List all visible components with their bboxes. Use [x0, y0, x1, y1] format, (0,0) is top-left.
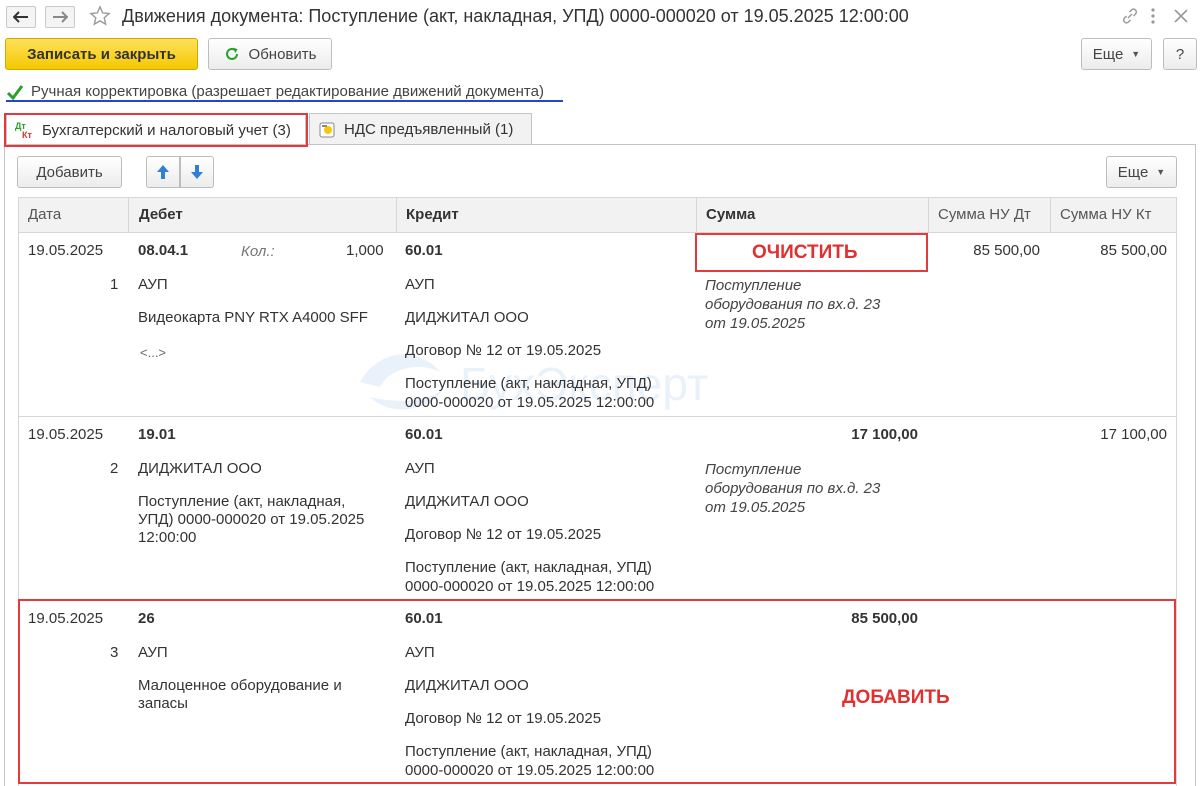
manual-edit-checkbox[interactable]: [6, 84, 24, 101]
close-icon[interactable]: [1172, 7, 1190, 29]
quantity-value: 1,000: [346, 242, 384, 259]
tab-vat-label: НДС предъявленный (1): [344, 121, 514, 138]
dt-kt-icon: Дт Кт: [15, 121, 32, 140]
debit-subconto-2-line2: УПД) 0000-000020 от 19.05.2025: [138, 511, 365, 528]
caret-down-icon: ▼: [1156, 167, 1166, 177]
arrow-down-icon: [191, 165, 203, 179]
tab-accounting-label: Бухгалтерский и налоговый учет (3): [42, 121, 291, 139]
window-title: Движения документа: Поступление (акт, на…: [122, 6, 909, 26]
credit-subconto-4-line2: 0000-000020 от 19.05.2025 12:00:00: [405, 762, 655, 779]
back-button[interactable]: [6, 6, 36, 28]
col-sum[interactable]: Сумма: [706, 198, 755, 232]
link-icon[interactable]: [1121, 7, 1139, 29]
move-up-button[interactable]: [146, 156, 180, 188]
arrow-left-icon: [13, 11, 28, 23]
caret-down-icon: ▼: [1131, 49, 1141, 59]
col-sum-nu-kt[interactable]: Сумма НУ Кт: [1060, 198, 1151, 232]
sum-nu-kt: 85 500,00: [1100, 242, 1167, 259]
content-line1: Поступление: [705, 277, 802, 294]
tab-vat[interactable]: НДС предъявленный (1): [309, 113, 532, 145]
clear-annotation: ОЧИСТИТЬ: [752, 242, 858, 263]
credit-subconto-4-line1: Поступление (акт, накладная, УПД): [405, 559, 652, 576]
refresh-icon: [225, 47, 238, 60]
debit-subconto-3: <...>: [140, 345, 167, 360]
credit-subconto-4-line1: Поступление (акт, накладная, УПД): [405, 375, 652, 392]
row-divider: [18, 416, 1177, 417]
credit-subconto-1: АУП: [405, 644, 435, 661]
sum-nu-dt: 85 500,00: [973, 242, 1040, 259]
row-number: 3: [110, 644, 119, 661]
row-number: 2: [110, 460, 119, 477]
row-sum: 85 500,00: [851, 610, 918, 627]
credit-subconto-2: ДИДЖИТАЛ ООО: [405, 309, 529, 326]
credit-subconto-1: АУП: [405, 276, 435, 293]
svg-text:Кт: Кт: [22, 130, 32, 140]
quantity-label: Кол.:: [241, 243, 275, 260]
row-date: 19.05.2025: [28, 610, 104, 627]
debit-subconto-2-line2: запасы: [138, 695, 188, 712]
credit-subconto-3: Договор № 12 от 19.05.2025: [405, 526, 602, 543]
credit-subconto-2: ДИДЖИТАЛ ООО: [405, 493, 529, 510]
col-debit[interactable]: Дебет: [139, 198, 183, 232]
content-line2: оборудования по вх.д. 23: [705, 480, 881, 497]
debit-account: 19.01: [138, 426, 176, 443]
favorite-star-icon[interactable]: [89, 5, 111, 31]
debit-subconto-2: Видеокарта PNY RTX A4000 SFF: [138, 309, 368, 326]
more-vertical-icon[interactable]: [1148, 7, 1158, 29]
table-header: Дата Дебет Кредит Сумма Сумма НУ Дт Сумм…: [18, 197, 1177, 233]
debit-subconto-1: АУП: [138, 276, 168, 293]
add-annotation: ДОБАВИТЬ: [842, 687, 950, 708]
debit-subconto-2-line3: 12:00:00: [138, 529, 197, 546]
credit-account: 60.01: [405, 242, 443, 259]
annotation-underline: [6, 100, 563, 102]
credit-subconto-2: ДИДЖИТАЛ ООО: [405, 677, 529, 694]
debit-subconto-1: ДИДЖИТАЛ ООО: [138, 460, 262, 477]
debit-subconto-1: АУП: [138, 644, 168, 661]
manual-edit-label[interactable]: Ручная корректировка (разрешает редактир…: [31, 83, 544, 100]
content-line3: от 19.05.2025: [705, 315, 806, 332]
refresh-label: Обновить: [248, 45, 317, 63]
row-date: 19.05.2025: [28, 242, 104, 259]
help-button[interactable]: ?: [1163, 38, 1197, 70]
col-sum-nu-dt[interactable]: Сумма НУ Дт: [938, 198, 1031, 232]
vat-icon: [319, 122, 335, 137]
help-label: ?: [1175, 45, 1185, 63]
arrow-up-icon: [157, 165, 169, 179]
credit-account: 60.01: [405, 610, 443, 627]
debit-account: 08.04.1: [138, 242, 189, 259]
more-label: Еще: [1092, 45, 1124, 63]
move-down-button[interactable]: [180, 156, 214, 188]
row-sum: 17 100,00: [851, 426, 918, 443]
save-close-label: Записать и закрыть: [27, 45, 176, 63]
credit-subconto-4-line2: 0000-000020 от 19.05.2025 12:00:00: [405, 578, 655, 595]
table-more-button[interactable]: Еще ▼: [1106, 156, 1177, 188]
debit-subconto-2-line1: Малоценное оборудование и: [138, 677, 342, 694]
more-button[interactable]: Еще ▼: [1081, 38, 1152, 70]
credit-subconto-3: Договор № 12 от 19.05.2025: [405, 342, 602, 359]
sum-nu-kt: 17 100,00: [1100, 426, 1167, 443]
credit-subconto-3: Договор № 12 от 19.05.2025: [405, 710, 602, 727]
save-close-button[interactable]: Записать и закрыть: [5, 38, 198, 70]
add-row-button[interactable]: Добавить: [17, 156, 122, 188]
credit-subconto-1: АУП: [405, 460, 435, 477]
forward-button[interactable]: [45, 6, 75, 28]
credit-subconto-4-line1: Поступление (акт, накладная, УПД): [405, 743, 652, 760]
debit-subconto-2-line1: Поступление (акт, накладная,: [138, 493, 346, 510]
tab-accounting[interactable]: Дт Кт Бухгалтерский и налоговый учет (3): [6, 113, 306, 146]
content-line2: оборудования по вх.д. 23: [705, 296, 881, 313]
refresh-button[interactable]: Обновить: [208, 38, 332, 70]
debit-account: 26: [138, 610, 155, 627]
arrow-right-icon: [53, 11, 68, 23]
add-row-label: Добавить: [36, 163, 103, 181]
credit-account: 60.01: [405, 426, 443, 443]
col-date[interactable]: Дата: [28, 198, 61, 232]
table-more-label: Еще: [1117, 163, 1149, 181]
content-line1: Поступление: [705, 461, 802, 478]
row-divider: [18, 599, 1177, 600]
content-line3: от 19.05.2025: [705, 499, 806, 516]
row-number: 1: [110, 276, 119, 293]
credit-subconto-4-line2: 0000-000020 от 19.05.2025 12:00:00: [405, 394, 655, 411]
row-date: 19.05.2025: [28, 426, 104, 443]
col-credit[interactable]: Кредит: [406, 198, 459, 232]
